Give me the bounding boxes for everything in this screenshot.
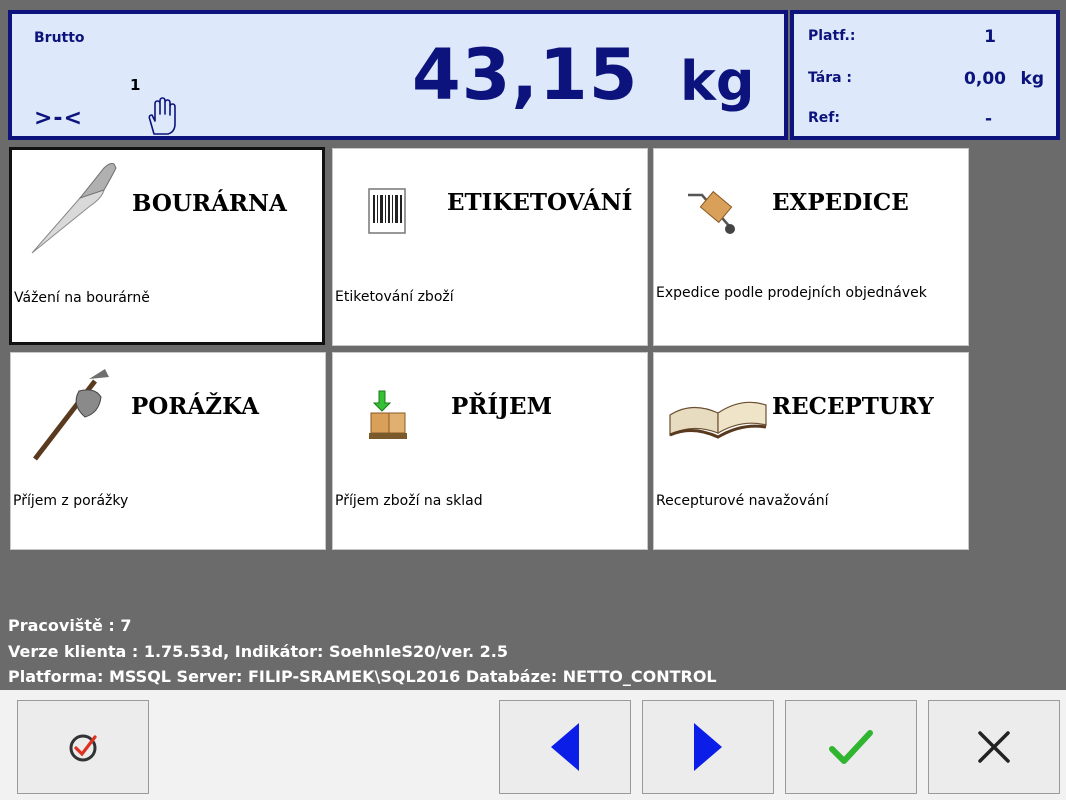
knife-icon — [31, 163, 117, 254]
tile-title: PORÁŽKA — [131, 393, 259, 420]
header: Brutto 1 >-< 43,15 kg Platf.: 1 Tára : 0… — [0, 0, 1066, 146]
cancel-button[interactable] — [928, 700, 1060, 794]
scale-display: Brutto 1 >-< 43,15 kg — [8, 10, 788, 140]
tile-title: ETIKETOVÁNÍ — [447, 189, 633, 216]
zero-indicator: >-< — [34, 106, 83, 131]
platform-label: Platf.: — [808, 28, 856, 44]
tile-description: Recepturové navažování — [656, 493, 829, 509]
tile-title: RECEPTURY — [772, 393, 934, 420]
confirm-button[interactable] — [785, 700, 917, 794]
axe-icon — [33, 369, 109, 461]
tile-bourarna[interactable]: BOURÁRNA Vážení na bourárně — [9, 147, 325, 345]
receive-boxes-icon — [369, 390, 407, 439]
hand-icon — [148, 97, 176, 135]
tile-prijem[interactable]: PŘÍJEM Příjem zboží na sklad — [332, 352, 648, 550]
client-version-info: Verze klienta : 1.75.53d, Indikátor: Soe… — [8, 642, 508, 661]
next-button[interactable] — [642, 700, 774, 794]
checkmark-icon — [829, 730, 873, 764]
platform-number: 1 — [130, 76, 141, 94]
tile-description: Vážení na bourárně — [14, 290, 150, 306]
refresh-button[interactable] — [17, 700, 149, 794]
tile-porazka[interactable]: PORÁŽKA Příjem z porážky — [10, 352, 326, 550]
weight-mode-label: Brutto — [34, 30, 85, 46]
tile-title: EXPEDICE — [772, 189, 909, 216]
tile-expedice[interactable]: EXPEDICE Expedice podle prodejních objed… — [653, 148, 969, 346]
hand-truck-icon — [688, 190, 735, 234]
arrow-right-icon — [694, 723, 722, 771]
tile-etiketovani[interactable]: ETIKETOVÁNÍ Etiketování zboží — [332, 148, 648, 346]
info-panel: Platf.: 1 Tára : 0,00 kg Ref: - — [790, 10, 1060, 140]
barcode-icon — [368, 188, 406, 234]
tare-value: 0,00 — [964, 69, 1006, 89]
open-book-icon — [669, 401, 767, 439]
close-icon — [978, 731, 1010, 763]
arrow-left-icon — [551, 723, 579, 771]
tile-receptury[interactable]: RECEPTURY Recepturové navažování — [653, 352, 969, 550]
previous-button[interactable] — [499, 700, 631, 794]
tile-description: Expedice podle prodejních objednávek — [656, 285, 927, 301]
tare-label: Tára : — [808, 70, 853, 86]
weight-value: 43,15 — [412, 34, 639, 116]
tile-title: BOURÁRNA — [132, 190, 287, 217]
workplace-info: Pracoviště : 7 — [8, 616, 132, 635]
platform-value: 1 — [984, 27, 996, 47]
refresh-check-icon — [69, 734, 97, 762]
tare-unit: kg — [1020, 69, 1044, 89]
tile-description: Příjem zboží na sklad — [335, 493, 483, 509]
ref-value: - — [984, 109, 992, 129]
ref-label: Ref: — [808, 110, 840, 126]
tile-description: Etiketování zboží — [335, 289, 454, 305]
tile-description: Příjem z porážky — [13, 493, 129, 509]
database-info: Platforma: MSSQL Server: FILIP-SRAMEK\SQ… — [8, 667, 717, 686]
bottom-toolbar — [0, 690, 1066, 800]
tile-title: PŘÍJEM — [451, 393, 553, 420]
weight-unit: kg — [680, 50, 755, 113]
